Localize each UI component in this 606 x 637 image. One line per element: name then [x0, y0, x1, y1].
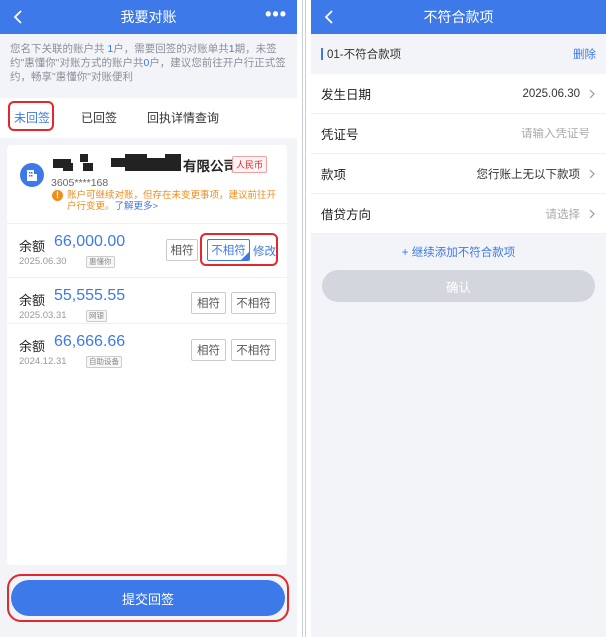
tab-unanswered[interactable]: 未回签: [14, 109, 50, 126]
voucher-field: 凭证号: [311, 114, 606, 154]
submit-button[interactable]: 提交回签: [11, 580, 285, 616]
balance-label: 余额: [19, 239, 46, 254]
direction-label: 借贷方向: [321, 208, 372, 222]
tab-bar: 未回签 已回签 回执详情查询: [0, 98, 297, 138]
page-title: 我要对账: [120, 9, 177, 25]
back-arrow-icon[interactable]: [10, 8, 28, 26]
date-field[interactable]: 发生日期 2025.06.30: [311, 74, 606, 114]
balance-amount: 55,555.55: [54, 287, 126, 304]
direction-value: 请选择: [545, 208, 581, 221]
mismatch-items-screen: 不符合款项 01-不符合款项 删除 发生日期 2025.06.30 凭证号 款项…: [311, 0, 606, 637]
balance-label: 余额: [19, 293, 46, 308]
mismatch-button[interactable]: 不相符: [207, 239, 250, 261]
voucher-input[interactable]: [470, 127, 590, 140]
mismatch-button[interactable]: 不相符: [231, 292, 276, 314]
company-name: 有限公司: [183, 159, 237, 174]
chevron-right-icon: [589, 89, 595, 98]
learn-more-link[interactable]: 了解更多>: [115, 201, 159, 212]
screen-divider: [297, 0, 311, 637]
statement-date: 2024.12.31: [19, 356, 67, 367]
match-button[interactable]: 相符: [191, 292, 226, 314]
top-navbar: 我要对账 •••: [0, 0, 297, 34]
back-arrow-icon[interactable]: [321, 8, 339, 26]
reconciliation-screen: 我要对账 ••• 您名下关联的账户共 1户，需要回签的对账单共1期，未签约"惠懂…: [0, 0, 297, 637]
section-header: 01-不符合款项 删除: [311, 34, 606, 74]
balance-amount: 66,666.66: [54, 333, 126, 350]
section-title: 01-不符合款项: [327, 49, 402, 61]
confirm-button[interactable]: 确认: [322, 270, 595, 302]
statement-row: 余额 66,666.66 2024.12.31 自助设备 相符 不相符: [7, 323, 287, 368]
summary-notice: 您名下关联的账户共 1户，需要回签的对账单共1期，未签约"惠懂你"对账方式的账户…: [10, 43, 286, 83]
tab-receipt-query[interactable]: 回执详情查询: [147, 109, 219, 126]
item-label: 款项: [321, 168, 347, 182]
active-tab-indicator: [17, 129, 47, 131]
more-icon[interactable]: •••: [265, 4, 287, 25]
top-navbar: 不符合款项: [311, 0, 606, 34]
chevron-right-icon: [589, 169, 595, 178]
date-label: 发生日期: [321, 88, 372, 102]
modify-link[interactable]: 修改: [253, 243, 276, 259]
currency-badge: 人民币: [232, 156, 268, 173]
statement-date: 2025.03.31: [19, 310, 67, 321]
tab-answered[interactable]: 已回签: [81, 109, 117, 126]
channel-tag: 惠懂你: [86, 256, 115, 268]
warning-icon: !: [52, 190, 63, 201]
statement-date: 2025.06.30: [19, 256, 67, 267]
account-card: 有限公司 人民币 3605****168 ! 账户可继续对账，但存在未变更事项，…: [7, 145, 287, 565]
item-field[interactable]: 款项 您行账上无以下款项: [311, 154, 606, 194]
channel-tag: 自助设备: [86, 356, 122, 368]
account-number: 3605****168: [51, 177, 109, 189]
balance-label: 余额: [19, 339, 46, 354]
page-title: 不符合款项: [423, 9, 494, 25]
add-mismatch-item-link[interactable]: + 继续添加不符合款项: [311, 234, 606, 270]
chevron-right-icon: [589, 209, 595, 218]
delete-link[interactable]: 删除: [573, 46, 596, 62]
statement-row: 余额 66,000.00 2025.06.30 惠懂你 相符 不相符 修改: [7, 223, 287, 268]
building-icon: [20, 163, 44, 187]
date-value: 2025.06.30: [522, 87, 580, 100]
account-warning: 账户可继续对账，但存在未变更事项，建议前往开户行变更。了解更多>: [67, 190, 277, 212]
match-button[interactable]: 相符: [166, 239, 198, 261]
voucher-label: 凭证号: [321, 128, 359, 142]
balance-amount: 66,000.00: [54, 233, 126, 250]
section-marker: [321, 48, 323, 60]
match-button[interactable]: 相符: [191, 339, 226, 361]
channel-tag: 网银: [86, 310, 107, 322]
item-value: 您行账上无以下款项: [476, 168, 581, 181]
direction-field[interactable]: 借贷方向 请选择: [311, 194, 606, 234]
statement-row: 余额 55,555.55 2025.03.31 网银 相符 不相符: [7, 277, 287, 322]
mismatch-button[interactable]: 不相符: [231, 339, 276, 361]
